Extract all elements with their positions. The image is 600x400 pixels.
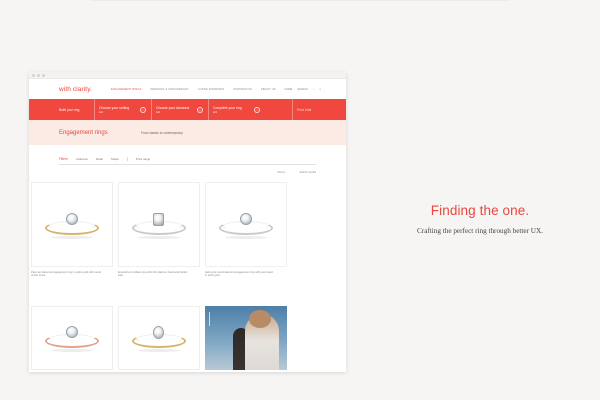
- step-sub: Edit: [213, 110, 218, 114]
- filter-divider: [126, 156, 128, 161]
- top-nav: with clarity. Engagement Rings Wedding &…: [29, 79, 346, 99]
- product-image[interactable]: [118, 306, 200, 370]
- ring-complete-icon: ○: [254, 106, 260, 113]
- tagline-title: Finding the one.: [430, 203, 530, 218]
- results-label[interactable]: Search results: [299, 171, 316, 174]
- filter-collection[interactable]: Collection: [76, 157, 88, 161]
- product-image[interactable]: [118, 182, 200, 267]
- browser-chrome: [29, 72, 346, 79]
- filters-toggle[interactable]: Filters: [59, 157, 68, 161]
- step-choose-diamond[interactable]: Choose your diamond Edit ◇: [151, 99, 208, 120]
- page-title: Engagement rings: [59, 129, 108, 136]
- ring-illustration: [132, 211, 186, 239]
- diamond: [66, 212, 78, 225]
- step-title: Choose your setting: [99, 105, 130, 110]
- nav-search-link[interactable]: Search: [297, 88, 308, 91]
- nav-utilities: Home Search ⌕ ▯: [285, 88, 321, 91]
- filter-price[interactable]: Price range: [136, 157, 150, 161]
- ring-illustration: [132, 324, 186, 352]
- step-choose-setting[interactable]: Choose your setting Edit ○: [94, 99, 151, 120]
- brand-logo[interactable]: with clarity.: [59, 86, 109, 93]
- step-title: Complete your ring: [213, 105, 242, 110]
- top-divider: [90, 0, 510, 1]
- page-subtitle: From classic to contemporary: [141, 130, 183, 135]
- nav-links: Engagement Rings Wedding & Anniversary L…: [111, 88, 276, 91]
- builder-start-label: Build your ring: [59, 107, 80, 112]
- diamond: [153, 326, 164, 339]
- sort-bar: Sort by Search results: [59, 171, 316, 174]
- category-hero: Engagement rings From classic to contemp…: [29, 120, 346, 145]
- filter-shape[interactable]: Shape: [111, 157, 119, 161]
- bag-icon[interactable]: ▯: [320, 88, 321, 91]
- diamond: [66, 326, 78, 338]
- ring-illustration: [45, 324, 99, 352]
- search-icon[interactable]: ⌕: [313, 88, 314, 91]
- price-total[interactable]: Price total: [292, 99, 318, 120]
- product-card[interactable]: [31, 306, 113, 370]
- ring-icon: ○: [140, 106, 146, 113]
- diamond: [153, 212, 164, 226]
- diamond-icon: ◇: [197, 106, 203, 113]
- window-dot: [32, 73, 35, 77]
- filter-metal[interactable]: Metal: [96, 157, 103, 161]
- step-sub: Edit: [156, 110, 161, 114]
- product-title[interactable]: Pavé set diamond engagement ring in yell…: [31, 271, 101, 278]
- nav-link-inspiration[interactable]: Inspiration: [233, 88, 252, 91]
- product-image[interactable]: [31, 182, 113, 267]
- product-title[interactable]: Emerald cut solitaire ring with thin pla…: [118, 271, 188, 278]
- lifestyle-card[interactable]: [205, 306, 287, 370]
- window-dot: [37, 73, 40, 77]
- diamond: [240, 212, 252, 225]
- hair-shape: [249, 310, 271, 328]
- step-title: Choose your diamond: [156, 105, 190, 110]
- ring-builder-steps: Build your ring Choose your setting Edit…: [29, 99, 346, 120]
- couple-photo[interactable]: [205, 306, 287, 370]
- nav-home-link[interactable]: Home: [285, 88, 293, 91]
- step-complete-ring[interactable]: Complete your ring Edit ○: [208, 99, 265, 120]
- product-card[interactable]: Pavé set diamond engagement ring in yell…: [31, 182, 113, 278]
- photo-caption-line: [209, 312, 210, 326]
- nav-link-loose-diamonds[interactable]: Loose Diamonds: [198, 88, 224, 91]
- product-image[interactable]: [31, 306, 113, 370]
- ring-illustration: [219, 211, 273, 239]
- filter-bar: Filters Collection Metal Shape Price ran…: [59, 153, 316, 165]
- product-card[interactable]: Halo style round diamond engagement ring…: [205, 182, 287, 278]
- product-image[interactable]: [205, 182, 287, 267]
- price-total-label: Price total: [297, 107, 312, 112]
- product-card[interactable]: [118, 306, 200, 370]
- nav-link-about[interactable]: About Us: [261, 88, 276, 91]
- step-sub: Edit: [99, 110, 104, 114]
- product-card[interactable]: Emerald cut solitaire ring with thin pla…: [118, 182, 200, 278]
- nav-link-engagement-rings[interactable]: Engagement Rings: [111, 88, 142, 91]
- product-title[interactable]: Halo style round diamond engagement ring…: [205, 271, 275, 278]
- ring-illustration: [45, 211, 99, 239]
- window-dot: [42, 73, 45, 77]
- nav-link-wedding[interactable]: Wedding & Anniversary: [151, 88, 189, 91]
- case-study-tagline: Finding the one. Crafting the perfect ri…: [390, 203, 570, 235]
- tagline-subtitle: Crafting the perfect ring through better…: [417, 227, 543, 235]
- sort-dropdown[interactable]: Sort by: [277, 171, 285, 174]
